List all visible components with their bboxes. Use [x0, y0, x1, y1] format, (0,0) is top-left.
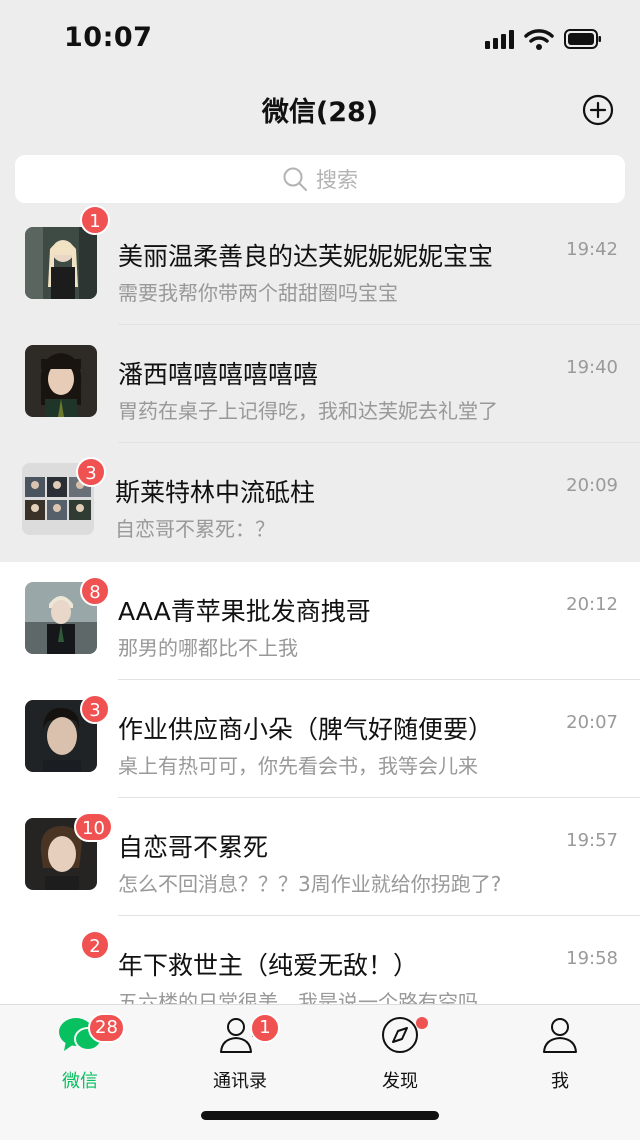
- chat-row[interactable]: 3 斯莱特林中流砥柱 自恋哥不累死：？ 20:09: [0, 443, 640, 561]
- tab-me[interactable]: 我: [480, 1005, 640, 1105]
- chat-row[interactable]: 10 自恋哥不累死 怎么不回消息？？？3周作业就给你拐跑了? 19:57: [0, 798, 640, 916]
- tab-label: 发现: [382, 1071, 418, 1092]
- chat-name: 美丽温柔善良的达芙妮妮妮妮宝宝: [118, 242, 494, 271]
- chat-message-preview: 自恋哥不累死：？: [115, 517, 275, 541]
- chat-message-preview: 胃药在桌子上记得吃，我和达芙妮去礼堂了: [118, 399, 498, 423]
- chat-row[interactable]: 8 AAA青苹果批发商拽哥 那男的哪都比不上我 20:12: [0, 562, 640, 680]
- chat-name: 潘西嘻嘻嘻嘻嘻嘻: [118, 360, 319, 389]
- chat-time: 19:40: [566, 357, 618, 378]
- unread-badge: 2: [80, 930, 110, 960]
- unread-badge: 3: [80, 694, 110, 724]
- battery-icon: [564, 29, 601, 49]
- chat-message-preview: 怎么不回消息？？？3周作业就给你拐跑了?: [118, 872, 502, 896]
- avatar: [25, 227, 97, 299]
- avatar: [25, 345, 97, 417]
- page-title: 微信(28): [261, 97, 379, 128]
- add-circle-icon[interactable]: [582, 94, 614, 126]
- chat-message-preview: 那男的哪都比不上我: [118, 636, 298, 660]
- tab-unread-badge: 1: [250, 1013, 280, 1043]
- chat-row[interactable]: 1 美丽温柔善良的达芙妮妮妮妮宝宝 需要我帮你带两个甜甜圈吗宝宝 19:42: [0, 205, 640, 325]
- tab-label: 我: [551, 1071, 569, 1092]
- cellular-signal-icon: [485, 29, 514, 49]
- chat-name: AAA青苹果批发商拽哥: [118, 597, 371, 626]
- unread-badge: 8: [80, 576, 110, 606]
- search-placeholder: 搜索: [316, 168, 358, 192]
- wifi-icon: [524, 29, 554, 50]
- chat-name: 斯莱特林中流砥柱: [115, 478, 316, 507]
- chat-name: 作业供应商小朵（脾气好随便要）: [118, 715, 494, 744]
- chat-time: 20:09: [566, 475, 618, 496]
- chat-time: 20:07: [566, 712, 618, 733]
- chat-time: 19:58: [566, 948, 618, 969]
- unread-badge: 10: [74, 812, 113, 842]
- chat-time: 20:12: [566, 594, 618, 615]
- tab-chats[interactable]: 28 微信: [0, 1005, 160, 1105]
- tab-discover[interactable]: 发现: [320, 1005, 480, 1105]
- tab-unread-badge: 28: [88, 1013, 125, 1043]
- home-indicator[interactable]: [201, 1111, 439, 1120]
- unread-badge: 3: [76, 457, 106, 487]
- chat-message-preview: 需要我帮你带两个甜甜圈吗宝宝: [118, 281, 398, 305]
- chat-row[interactable]: 潘西嘻嘻嘻嘻嘻嘻 胃药在桌子上记得吃，我和达芙妮去礼堂了 19:40: [0, 325, 640, 443]
- chat-time: 19:42: [566, 239, 618, 260]
- tab-label: 通讯录: [213, 1071, 267, 1092]
- person-icon: [543, 1018, 577, 1053]
- chat-name: 年下救世主（纯爱无敌！）: [118, 951, 419, 980]
- chat-row[interactable]: 3 作业供应商小朵（脾气好随便要） 桌上有热可可，你先看会书，我等会儿来 20:…: [0, 680, 640, 798]
- unread-badge: 1: [80, 205, 110, 235]
- status-icons: [485, 28, 602, 50]
- search-input[interactable]: 搜索: [15, 155, 625, 203]
- status-time: 10:07: [64, 22, 153, 53]
- chat-time: 19:57: [566, 830, 618, 851]
- search-icon: [283, 167, 307, 191]
- new-content-dot: [416, 1017, 428, 1029]
- chat-name: 自恋哥不累死: [118, 833, 269, 862]
- tab-label: 微信: [62, 1071, 98, 1092]
- tab-contacts[interactable]: 1 通讯录: [160, 1005, 320, 1105]
- chat-message-preview: 桌上有热可可，你先看会书，我等会儿来: [118, 754, 478, 778]
